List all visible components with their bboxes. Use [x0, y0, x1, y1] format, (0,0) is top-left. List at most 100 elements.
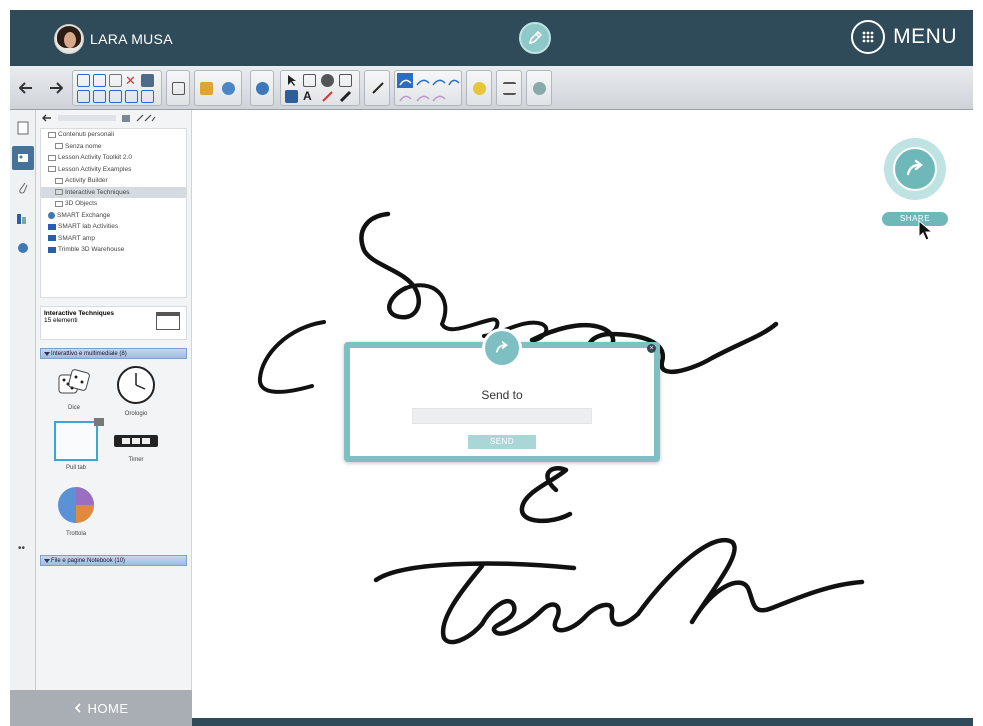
redo-icon[interactable]	[93, 74, 106, 87]
tree-item[interactable]: Interactive Techniques	[41, 186, 186, 198]
tree-item[interactable]: Lesson Activity Toolkit 2.0	[41, 152, 186, 164]
tree-item[interactable]: Contenuti personali	[41, 129, 186, 141]
grid-menu-icon	[851, 20, 886, 54]
tree-item[interactable]: SMART amp	[41, 233, 186, 245]
send-button[interactable]: SEND	[468, 435, 536, 449]
section-label: File e pagine Notebook (10)	[51, 558, 126, 564]
cube-icon	[256, 82, 269, 95]
forward-arrow-icon[interactable]	[46, 71, 66, 105]
share-button[interactable]	[884, 138, 946, 200]
section-interactive-multimedia[interactable]: Interattivo e multimediale (8)	[40, 348, 187, 359]
menu-label: MENU	[893, 25, 957, 48]
user-profile[interactable]: LARA MUSA	[54, 24, 173, 54]
line-style-group	[394, 70, 462, 106]
save-icon[interactable]	[109, 90, 122, 103]
back-arrow-icon[interactable]	[16, 71, 36, 105]
tab-addons[interactable]	[12, 236, 34, 260]
folder-icon	[156, 312, 180, 330]
bottom-strip	[192, 718, 973, 726]
gallery-nav	[36, 110, 191, 126]
tree-item-label: Senza nome	[65, 142, 102, 150]
gallery-item-label: Pull tab	[65, 465, 86, 471]
gallery-item-pull-tab[interactable]: Pull tab	[46, 418, 106, 471]
tree-item-label: Lesson Activity Examples	[58, 165, 132, 173]
tree-item-label: Interactive Techniques	[65, 188, 130, 196]
gallery-panel: Contenuti personali Senza nome Lesson Acti…	[36, 110, 192, 690]
more-icon[interactable]: ••	[18, 543, 25, 554]
tree-item[interactable]: Senza nome	[41, 141, 186, 153]
collection-icon	[48, 246, 56, 253]
tab-page-sorter[interactable]	[12, 116, 34, 140]
capture-tools	[194, 70, 242, 106]
line-tool-icon[interactable]	[321, 90, 334, 103]
camera-icon[interactable]	[200, 82, 213, 95]
folder-icon	[48, 166, 56, 173]
tab-properties[interactable]	[12, 206, 34, 230]
search-icon[interactable]	[122, 114, 130, 122]
tree-item[interactable]: 3D Objects	[41, 198, 186, 210]
close-icon[interactable]: ×	[647, 344, 656, 353]
line-width-icon	[503, 82, 516, 95]
eraser-icon[interactable]	[339, 74, 352, 87]
menu-button[interactable]: MENU	[851, 20, 957, 54]
gallery-search-field[interactable]	[58, 115, 116, 121]
section-notebook-pages[interactable]: File e pagine Notebook (10)	[40, 555, 187, 566]
tree-item-label: Trimble 3D Warehouse	[58, 246, 125, 253]
draw-tools-group: A	[280, 70, 360, 106]
folder-icon	[48, 154, 56, 161]
page-icon[interactable]	[109, 74, 122, 87]
gear-icon[interactable]	[222, 82, 235, 95]
tree-item[interactable]: Activity Builder	[41, 175, 186, 187]
select-arrow-icon[interactable]	[285, 74, 298, 87]
magic-pen-icon[interactable]	[285, 90, 298, 103]
globe-icon	[48, 211, 55, 219]
text-page-icon[interactable]	[141, 90, 154, 103]
line-width-tool[interactable]	[496, 70, 522, 106]
text-tool-icon[interactable]: A	[303, 90, 316, 103]
edit-tools-group: ✕	[72, 70, 162, 106]
gallery-item-spinner[interactable]: Trottola	[46, 485, 106, 537]
toolbar: ✕ A	[10, 66, 973, 110]
share-icon	[893, 147, 937, 191]
tree-item[interactable]: Trimble 3D Warehouse	[41, 244, 186, 256]
highlighter-icon[interactable]	[339, 90, 352, 103]
home-button[interactable]: HOME	[10, 690, 192, 726]
user-name: LARA MUSA	[90, 31, 173, 47]
shapes-tool[interactable]	[250, 70, 274, 106]
transparency-icon	[533, 82, 546, 95]
collection-icon	[48, 223, 56, 230]
recipient-input[interactable]	[412, 408, 592, 424]
dialog-badge	[482, 328, 522, 368]
back-arrow-icon[interactable]	[42, 114, 52, 122]
open-icon[interactable]	[93, 90, 106, 103]
tree-item-label: SMART Exchange	[57, 211, 111, 219]
display-tool[interactable]	[166, 70, 190, 106]
gallery-tools-icon[interactable]	[136, 114, 156, 122]
table-icon[interactable]	[141, 74, 154, 87]
category-header: Interactive Techniques 15 elementi	[40, 306, 187, 340]
fill-icon[interactable]	[321, 74, 334, 87]
new-page-icon[interactable]	[77, 90, 90, 103]
tree-item-label: 3D Objects	[65, 200, 98, 207]
tree-item[interactable]: SMART lab Activities	[41, 221, 186, 233]
share-label[interactable]: SHARE	[882, 212, 948, 226]
tree-item[interactable]: Lesson Activity Examples	[41, 164, 186, 176]
pen-icon[interactable]	[303, 74, 316, 87]
gallery-item-dice[interactable]: Dice	[44, 369, 104, 411]
chevron-left-icon	[74, 703, 81, 713]
transparency-tool[interactable]	[526, 70, 552, 106]
gallery-item-timer[interactable]: Timer	[106, 435, 166, 463]
pen-style-tool[interactable]	[364, 70, 390, 106]
tree-item[interactable]: SMART Exchange	[41, 210, 186, 222]
undo-icon[interactable]	[77, 74, 90, 87]
home-label: HOME	[87, 700, 129, 716]
gallery-item-clock[interactable]: Orologio	[106, 365, 166, 417]
share-widget[interactable]: SHARE	[882, 138, 948, 226]
tab-gallery[interactable]	[12, 146, 34, 170]
screen-icon[interactable]	[125, 90, 138, 103]
pen-tool-icon[interactable]	[519, 22, 551, 54]
delete-icon[interactable]: ✕	[125, 74, 138, 87]
pull-tab-icon	[54, 418, 104, 461]
color-tool[interactable]	[466, 70, 492, 106]
tab-attachments[interactable]	[12, 176, 34, 200]
